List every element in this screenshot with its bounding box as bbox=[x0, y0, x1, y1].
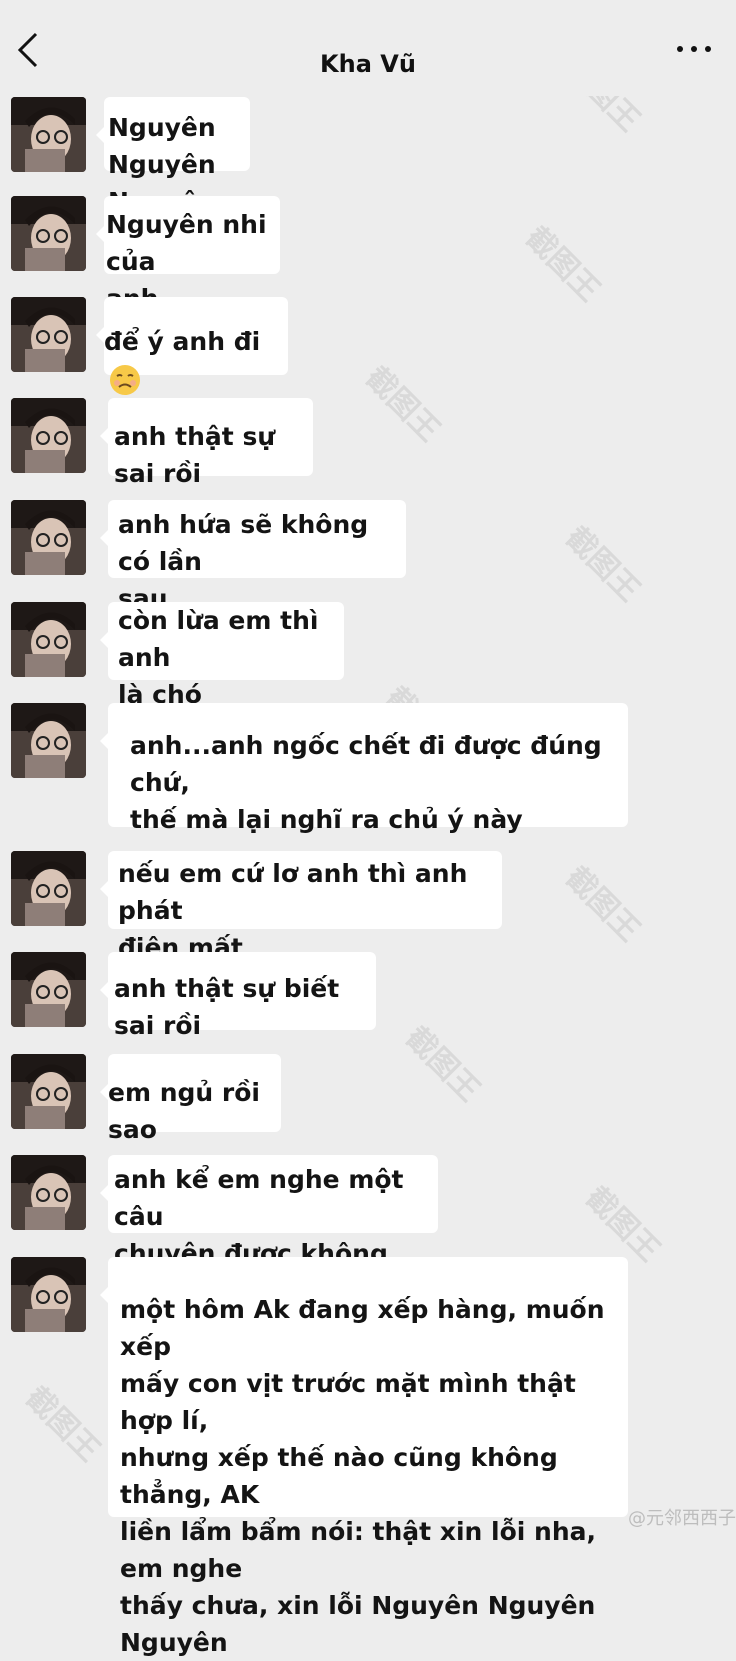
watermark: 截图王 bbox=[18, 1380, 107, 1469]
message-bubble[interactable]: Nguyên Nguyên Nguyên bbox=[96, 97, 250, 216]
message-text: anh thật sự sai rồi bbox=[114, 422, 276, 488]
message-bubble[interactable]: anh kể em nghe một câu chuyện được không bbox=[100, 1155, 438, 1268]
avatar[interactable] bbox=[11, 398, 86, 473]
message-bubble[interactable]: nếu em cứ lơ anh thì anh phát điên mất bbox=[100, 851, 502, 962]
message-bubble[interactable]: để ý anh đi bbox=[96, 297, 288, 395]
watermark: 截图王 bbox=[358, 360, 447, 449]
message-text: anh thật sự biết sai rồi bbox=[114, 974, 340, 1040]
watermark: 截图王 bbox=[578, 1180, 667, 1269]
message-bubble[interactable]: em ngủ rồi sao bbox=[100, 1054, 281, 1144]
avatar[interactable] bbox=[11, 1155, 86, 1230]
message-text: anh hứa sẽ không có lần sau bbox=[118, 510, 369, 613]
message-text: nếu em cứ lơ anh thì anh phát điên mất bbox=[118, 859, 468, 962]
avatar[interactable] bbox=[11, 952, 86, 1027]
message-bubble[interactable]: anh thật sự biết sai rồi bbox=[100, 952, 376, 1040]
avatar[interactable] bbox=[11, 703, 86, 778]
pouting-face-icon bbox=[108, 363, 142, 397]
avatar[interactable] bbox=[11, 602, 86, 677]
footer-watermark: @元邻西西子 bbox=[628, 1508, 736, 1529]
avatar[interactable] bbox=[11, 97, 86, 172]
message-bubble[interactable]: anh...anh ngốc chết đi được đúng chứ, th… bbox=[100, 703, 628, 834]
more-dots-icon[interactable] bbox=[674, 42, 714, 56]
avatar[interactable] bbox=[11, 297, 86, 372]
message-bubble[interactable]: anh thật sự sai rồi bbox=[100, 398, 313, 488]
message-text: còn lừa em thì anh là chó bbox=[118, 606, 319, 709]
message-text: để ý anh đi bbox=[104, 327, 261, 356]
chat-header: Kha Vũ bbox=[0, 0, 736, 96]
message-text: anh...anh ngốc chết đi được đúng chứ, th… bbox=[130, 731, 602, 834]
avatar[interactable] bbox=[11, 1257, 86, 1332]
avatar[interactable] bbox=[11, 1054, 86, 1129]
message-bubble[interactable]: một hôm Ak đang xếp hàng, muốn xếp mấy c… bbox=[100, 1257, 628, 1657]
chat-title: Kha Vũ bbox=[320, 50, 416, 78]
avatar[interactable] bbox=[11, 851, 86, 926]
watermark: 截图王 bbox=[398, 1020, 487, 1109]
avatar[interactable] bbox=[11, 500, 86, 575]
watermark: 截图王 bbox=[558, 520, 647, 609]
message-bubble[interactable]: Nguyên nhi của anh bbox=[96, 196, 280, 313]
message-text: anh kể em nghe một câu chuyện được không bbox=[114, 1165, 404, 1268]
watermark: 截图王 bbox=[518, 220, 607, 309]
avatar[interactable] bbox=[11, 196, 86, 271]
watermark: 截图王 bbox=[558, 860, 647, 949]
message-bubble[interactable]: anh hứa sẽ không có lần sau bbox=[100, 500, 406, 613]
message-text: em ngủ rồi sao bbox=[108, 1078, 260, 1144]
message-text: một hôm Ak đang xếp hàng, muốn xếp mấy c… bbox=[120, 1295, 605, 1657]
message-bubble[interactable]: còn lừa em thì anh là chó bbox=[100, 602, 344, 709]
